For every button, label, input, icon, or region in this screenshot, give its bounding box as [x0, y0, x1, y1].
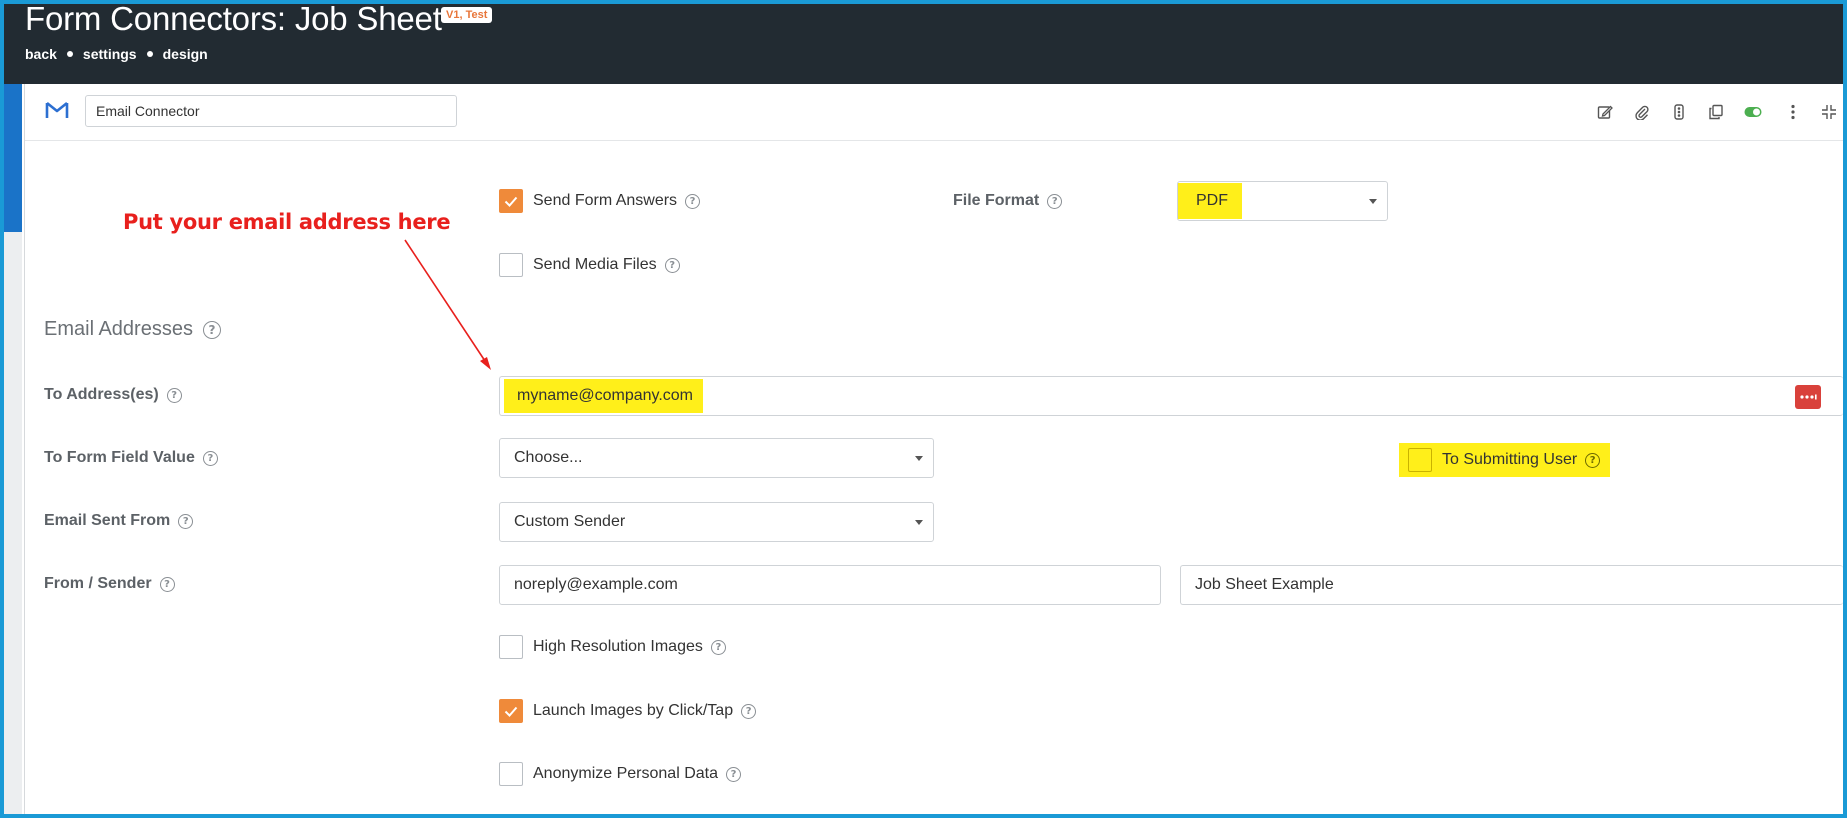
toggle-icon[interactable]	[1743, 102, 1763, 122]
to-addresses-value: myname@company.com	[504, 379, 703, 413]
breadcrumb-design[interactable]: design	[163, 46, 208, 62]
connector-name-input[interactable]	[85, 95, 457, 127]
from-sender-label-row: From / Sender ?	[44, 575, 175, 593]
to-addresses-label: To Address(es)	[44, 386, 159, 403]
send-media-files-row: Send Media Files ?	[499, 253, 680, 277]
edit-icon[interactable]	[1595, 102, 1615, 122]
high-resolution-images-label: High Resolution Images	[533, 638, 703, 655]
gmail-icon	[45, 100, 69, 125]
high-resolution-images-row: High Resolution Images ?	[499, 635, 726, 659]
help-icon[interactable]: ?	[166, 387, 182, 403]
breadcrumb-separator	[66, 51, 73, 57]
help-icon[interactable]: ?	[178, 513, 194, 529]
sender-name-value: Job Sheet Example	[1195, 576, 1334, 593]
file-format-label-row: File Format ?	[953, 192, 1063, 210]
launch-images-checkbox[interactable]	[499, 699, 523, 723]
launch-images-label: Launch Images by Click/Tap	[533, 702, 734, 719]
email-sent-from-select[interactable]: Custom Sender	[499, 502, 934, 542]
send-form-answers-checkbox[interactable]	[499, 189, 523, 213]
breadcrumb-separator	[146, 51, 153, 57]
to-form-field-value: Choose...	[514, 449, 583, 466]
help-icon[interactable]: ?	[664, 257, 680, 273]
send-media-files-label: Send Media Files	[533, 256, 657, 273]
attachment-icon[interactable]	[1632, 102, 1652, 122]
left-strip	[4, 84, 22, 814]
more-options-button[interactable]	[1795, 385, 1821, 409]
email-sent-from-value: Custom Sender	[514, 513, 626, 530]
chevron-down-icon	[915, 520, 923, 525]
annotation-arrow	[404, 239, 491, 370]
help-icon[interactable]: ?	[202, 320, 221, 339]
anonymize-checkbox[interactable]	[499, 762, 523, 786]
help-icon[interactable]: ?	[202, 450, 218, 466]
send-form-answers-label: Send Form Answers	[533, 192, 678, 209]
to-form-field-select[interactable]: Choose...	[499, 438, 934, 478]
chevron-down-icon	[915, 456, 923, 461]
to-form-field-label: To Form Field Value	[44, 449, 195, 466]
traffic-light-icon[interactable]	[1669, 102, 1689, 122]
to-submitting-user-checkbox[interactable]	[1408, 448, 1432, 472]
email-sent-from-label: Email Sent From	[44, 512, 171, 529]
to-addresses-input[interactable]: myname@company.com	[499, 376, 1843, 416]
to-submitting-user-row: To Submitting User ?	[1399, 443, 1611, 477]
send-form-answers-row: Send Form Answers ?	[499, 189, 701, 213]
app-header: Form Connectors: Job Sheet V1, Test back…	[4, 0, 1843, 84]
anonymize-row: Anonymize Personal Data ?	[499, 762, 741, 786]
left-strip-accent	[4, 84, 22, 232]
sender-name-input[interactable]: Job Sheet Example	[1180, 565, 1843, 605]
chevron-down-icon	[1369, 199, 1377, 204]
anonymize-label: Anonymize Personal Data	[533, 765, 718, 782]
email-addresses-title: Email Addresses	[44, 318, 193, 340]
help-icon[interactable]: ?	[710, 639, 726, 655]
email-sent-from-label-row: Email Sent From ?	[44, 512, 194, 530]
help-icon[interactable]: ?	[725, 766, 741, 782]
breadcrumb-back[interactable]: back	[25, 46, 57, 62]
help-icon[interactable]: ?	[159, 576, 175, 592]
version-badge: V1, Test	[441, 7, 493, 23]
high-resolution-images-checkbox[interactable]	[499, 635, 523, 659]
breadcrumb: back settings design	[25, 46, 208, 62]
sender-email-value: noreply@example.com	[514, 576, 678, 593]
help-icon[interactable]: ?	[1585, 452, 1601, 468]
copy-icon[interactable]	[1706, 102, 1726, 122]
help-icon[interactable]: ?	[1047, 193, 1063, 209]
connector-header	[25, 84, 1844, 141]
breadcrumb-settings[interactable]: settings	[83, 46, 137, 62]
sender-email-input[interactable]: noreply@example.com	[499, 565, 1161, 605]
email-addresses-heading: Email Addresses ?	[44, 318, 221, 341]
to-form-field-label-row: To Form Field Value ?	[44, 449, 218, 467]
file-format-select[interactable]: PDF	[1177, 181, 1388, 221]
launch-images-row: Launch Images by Click/Tap ?	[499, 699, 757, 723]
file-format-label: File Format	[953, 192, 1040, 209]
more-vertical-icon[interactable]	[1783, 102, 1803, 122]
from-sender-label: From / Sender	[44, 575, 152, 592]
help-icon[interactable]: ?	[685, 193, 701, 209]
to-addresses-label-row: To Address(es) ?	[44, 386, 182, 404]
file-format-value: PDF	[1178, 183, 1242, 219]
to-submitting-user-label: To Submitting User	[1442, 451, 1578, 468]
page-title: Form Connectors: Job Sheet	[25, 0, 442, 37]
help-icon[interactable]: ?	[741, 703, 757, 719]
collapse-icon[interactable]	[1819, 102, 1839, 122]
send-media-files-checkbox[interactable]	[499, 253, 523, 277]
